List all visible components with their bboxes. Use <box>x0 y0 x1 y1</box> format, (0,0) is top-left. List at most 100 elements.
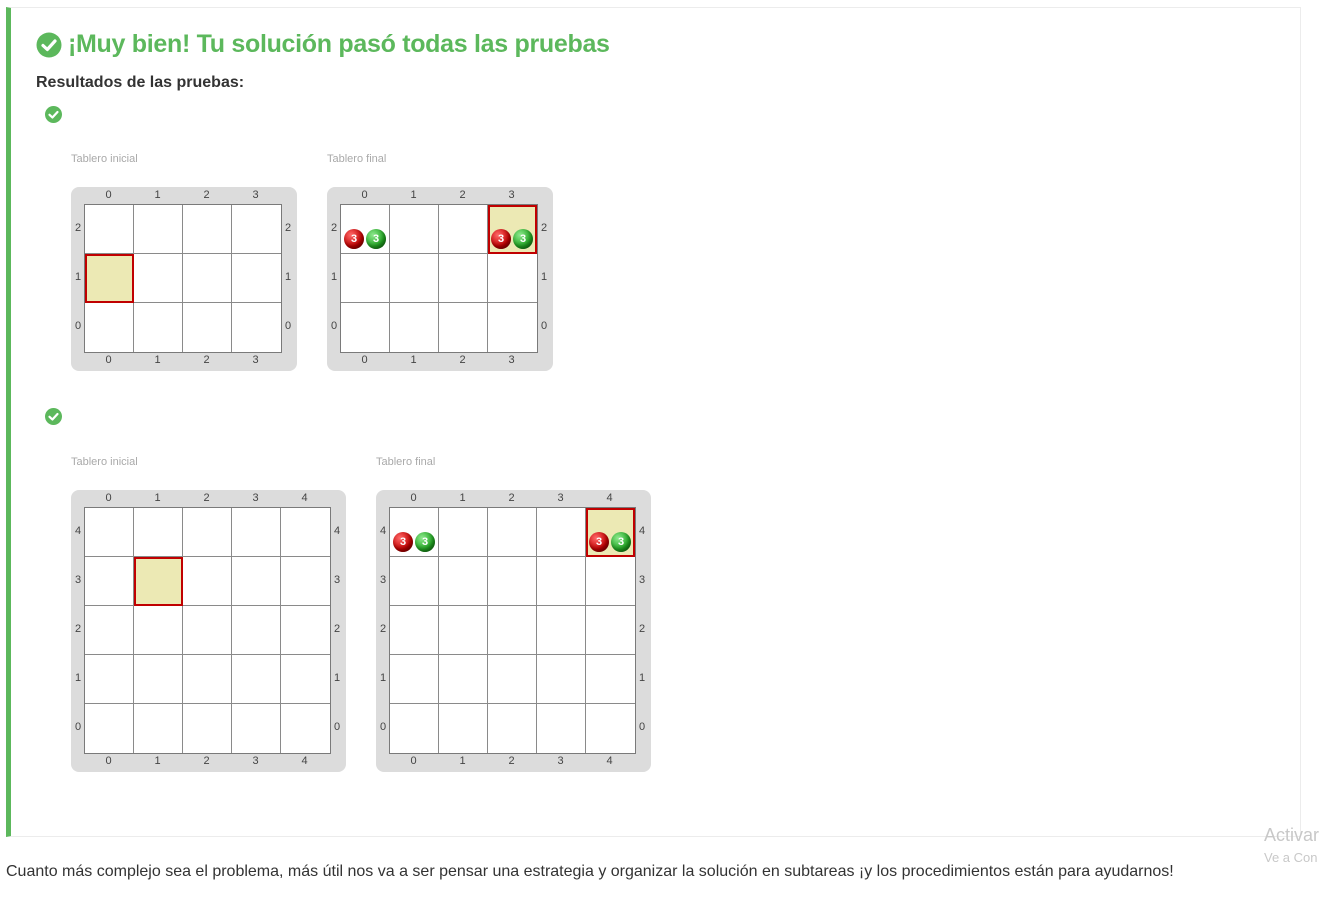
board-cell <box>183 557 232 606</box>
board-cell <box>232 508 281 557</box>
column-label: 4 <box>606 755 613 767</box>
board-cell <box>281 655 330 704</box>
column-label: 2 <box>459 354 466 366</box>
column-label: 0 <box>361 354 368 366</box>
windows-activation-watermark: Activar <box>1264 825 1320 845</box>
board-cell <box>537 508 586 557</box>
column-label: 2 <box>508 755 515 767</box>
board-cell <box>439 303 488 352</box>
column-label: 3 <box>252 492 259 504</box>
board-cell <box>134 655 183 704</box>
board-cell <box>439 508 488 557</box>
board-cell <box>232 254 281 303</box>
column-label: 3 <box>252 189 259 201</box>
board-grid <box>84 204 282 353</box>
row-label: 3 <box>333 573 341 586</box>
board-cell <box>183 508 232 557</box>
check-circle-icon <box>45 106 62 123</box>
board-cell <box>390 655 439 704</box>
board-cell <box>281 508 330 557</box>
board-cell <box>537 655 586 704</box>
board-cell <box>134 606 183 655</box>
board-cell <box>537 606 586 655</box>
column-label: 1 <box>154 189 161 201</box>
column-label: 2 <box>459 189 466 201</box>
results-panel: ¡Muy bien! Tu solución pasó todas las pr… <box>6 7 1301 837</box>
column-label: 1 <box>410 354 417 366</box>
board-cell <box>537 557 586 606</box>
board-cell <box>85 508 134 557</box>
row-label: 1 <box>379 671 387 684</box>
row-label: 4 <box>638 524 646 537</box>
board-cell <box>586 655 635 704</box>
board-cell <box>134 303 183 352</box>
board-cell <box>183 254 232 303</box>
board-cell <box>488 303 537 352</box>
row-label: 1 <box>330 270 338 283</box>
column-label: 4 <box>606 492 613 504</box>
column-label: 1 <box>410 189 417 201</box>
windows-activation-watermark-sub: Ve a Con <box>1264 850 1318 865</box>
column-label: 4 <box>301 755 308 767</box>
board-cell <box>281 606 330 655</box>
column-label: 0 <box>105 755 112 767</box>
board-cell <box>390 606 439 655</box>
row-label: 4 <box>74 524 82 537</box>
column-label: 0 <box>410 755 417 767</box>
board-cell <box>85 303 134 352</box>
initial-board-label: Tablero inicial <box>71 153 138 165</box>
board-cell <box>134 508 183 557</box>
board-cell <box>586 606 635 655</box>
board-cell <box>586 704 635 753</box>
board-cell <box>439 655 488 704</box>
row-label: 4 <box>333 524 341 537</box>
board-cell <box>537 704 586 753</box>
column-label: 2 <box>203 492 210 504</box>
final-board: 333300112233221100 <box>327 187 553 371</box>
board-grid: 3333 <box>340 204 538 353</box>
board-cell <box>183 606 232 655</box>
check-circle-icon <box>45 408 62 425</box>
column-label: 2 <box>203 189 210 201</box>
row-label: 0 <box>74 720 82 733</box>
row-label: 0 <box>284 319 292 332</box>
board-cell <box>390 704 439 753</box>
row-label: 1 <box>284 270 292 283</box>
board-cell <box>488 254 537 303</box>
column-label: 1 <box>154 755 161 767</box>
board-cell <box>85 704 134 753</box>
head-cell <box>85 254 134 303</box>
board-cell <box>134 704 183 753</box>
check-circle-icon <box>36 32 62 57</box>
column-label: 0 <box>105 189 112 201</box>
row-label: 0 <box>74 319 82 332</box>
row-label: 2 <box>379 622 387 635</box>
board-cell <box>232 205 281 254</box>
head-cell <box>134 557 183 606</box>
column-label: 3 <box>557 755 564 767</box>
board-cell <box>232 303 281 352</box>
column-label: 3 <box>508 189 515 201</box>
head-cell: 33 <box>586 508 635 557</box>
final-board-label: Tablero final <box>327 153 387 165</box>
board-cell <box>439 254 488 303</box>
initial-board: 0 0 1 1 2 2 3 3 4 4 4 4 3 3 2 2 1 1 0 0 <box>71 490 346 772</box>
row-label: 1 <box>333 671 341 684</box>
row-label: 2 <box>638 622 646 635</box>
board-cell <box>183 655 232 704</box>
column-label: 3 <box>252 755 259 767</box>
column-label: 2 <box>508 492 515 504</box>
green-ball: 3 <box>513 229 533 249</box>
column-label: 0 <box>361 189 368 201</box>
board-cell <box>232 606 281 655</box>
board-grid <box>84 507 331 754</box>
board-cell <box>281 704 330 753</box>
column-label: 0 <box>410 492 417 504</box>
board-cell <box>134 254 183 303</box>
initial-board-label: Tablero inicial <box>71 456 138 468</box>
board-cell <box>341 303 390 352</box>
row-label: 2 <box>74 622 82 635</box>
board-cell <box>488 704 537 753</box>
red-ball: 3 <box>393 532 413 552</box>
board-cell <box>439 557 488 606</box>
